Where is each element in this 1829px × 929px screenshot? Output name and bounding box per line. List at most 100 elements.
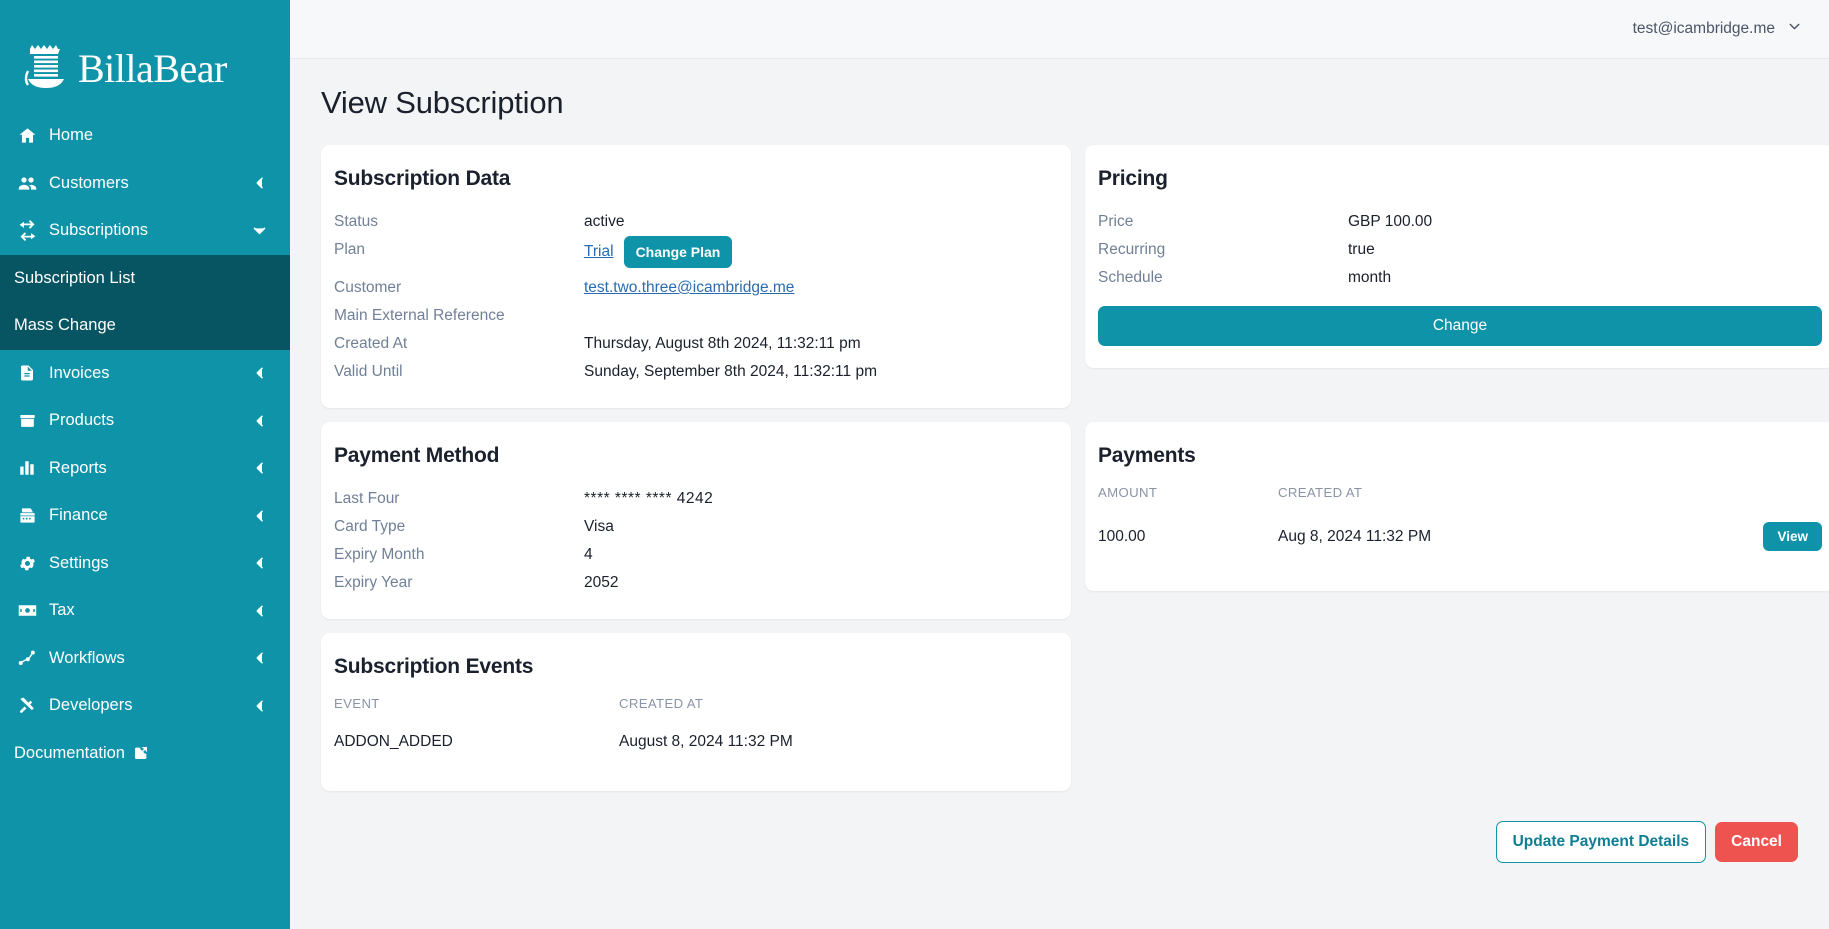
account-menu[interactable]: test@icambridge.me [1633,18,1803,40]
gear-icon [14,553,40,573]
sidebar-item-label: Documentation [14,743,125,762]
events-table-body: ADDON_ADDED August 8, 2024 11:32 PM [334,733,1058,751]
field-value: true [1348,241,1375,258]
field-label: Created At [334,335,408,352]
column-header-event: EVENT [334,696,380,711]
card-title: Pricing [1098,167,1168,190]
field-label: Main External Reference [334,307,505,324]
field-value: 4 [584,546,593,563]
sidebar-item-tax[interactable]: Tax [0,587,290,635]
workflows-icon [14,648,40,668]
table-row: ADDON_ADDED August 8, 2024 11:32 PM [334,733,1058,751]
invoice-icon [14,363,40,383]
brand[interactable]: BillaBear [0,0,290,112]
field-value: Trial Change Plan [584,236,733,268]
field-label: Customer [334,279,402,296]
cards-grid: Subscription Data Status active Plan Tri… [321,145,1829,791]
chevron-left-icon[interactable] [252,555,268,571]
page-content: View Subscription Subscription Data Stat… [290,59,1829,863]
field-value: 2052 [584,574,619,591]
sidebar-item-mass-change[interactable]: Mass Change [0,302,290,350]
change-pricing-button[interactable]: Change [1098,306,1822,346]
sidebar-item-home[interactable]: Home [0,112,290,160]
customer-link[interactable]: test.two.three@icambridge.me [584,274,794,302]
products-icon [14,411,40,431]
field-value: Visa [584,518,614,535]
plan-link[interactable]: Trial [584,238,614,266]
chevron-down-icon[interactable] [1786,18,1803,40]
chevron-left-icon[interactable] [252,603,268,619]
sidebar-item-label: Developers [49,696,133,715]
sidebar-item-settings[interactable]: Settings [0,540,290,588]
table-row: 100.00 Aug 8, 2024 11:32 PM View [1098,522,1822,551]
customers-icon [14,173,40,193]
sidebar-item-label: Invoices [49,363,110,382]
chevron-left-icon[interactable] [252,508,268,524]
field-value: Thursday, August 8th 2024, 11:32:11 pm [584,335,861,352]
topbar: test@icambridge.me [290,0,1829,59]
sidebar-nav: Home Customers Subscriptions Subscriptio… [0,112,290,777]
field-price: Price GBP 100.00 [1098,208,1822,236]
card-title: Payment Method [334,444,500,467]
field-value: test.two.three@icambridge.me [584,274,794,302]
field-created-at: Created At Thursday, August 8th 2024, 11… [334,330,1058,358]
page-title: View Subscription [321,85,564,120]
field-label: Status [334,213,378,230]
chevron-left-icon[interactable] [252,413,268,429]
sidebar-item-finance[interactable]: Finance [0,492,290,540]
field-customer: Customer test.two.three@icambridge.me [334,274,1058,302]
field-recurring: Recurring true [1098,236,1822,264]
sidebar-item-label: Subscriptions [49,221,149,240]
field-expiry-year: Expiry Year 2052 [334,569,1058,597]
sidebar-item-label: Tax [49,601,75,620]
field-label: Last Four [334,490,400,507]
pricing-card: Pricing Price GBP 100.00 Recurring true … [1085,145,1829,368]
payment-method-card: Payment Method Last Four **** **** **** … [321,422,1071,619]
update-payment-details-button[interactable]: Update Payment Details [1495,821,1707,863]
field-label: Card Type [334,518,406,535]
change-plan-button[interactable]: Change Plan [623,236,733,268]
external-link-icon [133,745,149,761]
sidebar-item-subscription-list[interactable]: Subscription List [0,254,290,302]
payments-card: Payments AMOUNT CREATED AT 100.00 Aug 8,… [1085,422,1829,591]
finance-icon [14,506,40,526]
sidebar-subgroup-subscriptions: Subscription List Mass Change [0,254,290,350]
sidebar-item-label: Home [49,126,94,145]
sidebar-item-workflows[interactable]: Workflows [0,635,290,683]
payments-table: AMOUNT CREATED AT 100.00 Aug 8, 2024 11:… [1098,485,1822,551]
subscription-data-card: Subscription Data Status active Plan Tri… [321,145,1071,408]
cell-event: ADDON_ADDED [334,733,453,750]
cancel-button[interactable]: Cancel [1715,822,1798,862]
chevron-left-icon[interactable] [252,365,268,381]
chevron-left-icon[interactable] [252,698,268,714]
sidebar-item-developers[interactable]: Developers [0,682,290,730]
field-card-type: Card Type Visa [334,513,1058,541]
view-payment-button[interactable]: View [1763,522,1822,551]
sidebar-item-products[interactable]: Products [0,397,290,445]
sidebar: BillaBear Home Customers Subscriptions S… [0,0,290,929]
subscription-events-table: EVENT CREATED AT ADDON_ADDED August 8, 2… [334,696,1058,751]
sidebar-item-reports[interactable]: Reports [0,445,290,493]
account-email: test@icambridge.me [1632,20,1775,37]
chevron-down-icon[interactable] [251,222,268,239]
field-value: active [584,213,625,230]
sidebar-item-subscriptions[interactable]: Subscriptions [0,207,290,255]
field-label: Schedule [1098,269,1163,286]
sidebar-item-customers[interactable]: Customers [0,160,290,208]
sidebar-item-invoices[interactable]: Invoices [0,350,290,398]
field-value: GBP 100.00 [1348,213,1433,230]
sidebar-item-documentation[interactable]: Documentation [0,730,290,778]
subscription-events-card: Subscription Events EVENT CREATED AT ADD… [321,633,1071,791]
developers-icon [14,696,40,716]
chevron-left-icon[interactable] [252,460,268,476]
field-expiry-month: Expiry Month 4 [334,541,1058,569]
field-main-external-reference: Main External Reference [334,302,1058,330]
table-header-row: EVENT CREATED AT [334,696,1058,733]
brand-name: BillaBear [78,46,227,91]
table-header-row: AMOUNT CREATED AT [1098,485,1822,522]
column-header-created-at: CREATED AT [619,696,704,711]
column-header-amount: AMOUNT [1098,485,1158,500]
chevron-left-icon[interactable] [252,650,268,666]
field-value: Sunday, September 8th 2024, 11:32:11 pm [584,363,877,380]
chevron-left-icon[interactable] [252,175,268,191]
